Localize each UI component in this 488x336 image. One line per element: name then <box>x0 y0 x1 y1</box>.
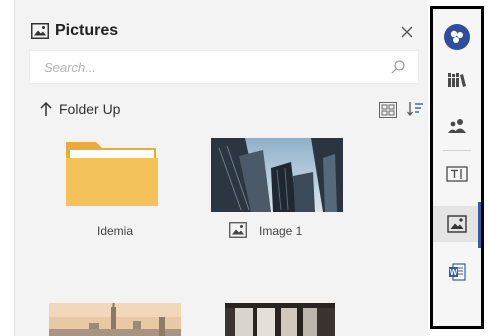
library-button[interactable] <box>433 62 481 98</box>
folder-label: Idemia <box>97 224 134 238</box>
people-button[interactable] <box>433 108 481 144</box>
folder-icon <box>64 138 160 208</box>
app-logo-button[interactable] <box>433 19 481 55</box>
rail-divider <box>443 150 471 151</box>
search-icon[interactable] <box>390 59 406 80</box>
image-icon <box>229 222 247 243</box>
text-block-button[interactable] <box>433 156 481 192</box>
pictures-pane: Pictures Folder Up <box>14 0 428 336</box>
search-input[interactable] <box>30 51 380 83</box>
pane-title: Pictures <box>55 22 119 39</box>
image-thumbnail <box>211 138 343 212</box>
app-logo-icon <box>444 24 470 50</box>
folder-up-label: Folder Up <box>59 101 121 117</box>
svg-text:W: W <box>450 268 458 277</box>
pane-header: Pictures <box>29 20 419 44</box>
picture-icon <box>31 23 49 44</box>
search-box <box>29 50 419 84</box>
image-thumbnail <box>49 303 181 336</box>
active-tab-indicator <box>478 202 481 248</box>
pictures-button[interactable] <box>433 206 481 242</box>
thumbnail-view-icon[interactable] <box>379 102 397 123</box>
arrow-up-icon <box>39 101 53 122</box>
word-document-icon: W <box>449 263 466 281</box>
image-thumbnail <box>225 303 335 336</box>
side-toolbar: W <box>430 6 484 329</box>
folder-item[interactable]: Idemia <box>61 138 161 244</box>
image-item[interactable] <box>225 303 335 336</box>
image-item[interactable] <box>49 303 181 336</box>
close-icon <box>401 26 413 38</box>
word-document-button[interactable]: W <box>433 254 481 290</box>
sort-icon[interactable] <box>406 100 424 123</box>
text-box-icon <box>446 166 468 182</box>
people-icon <box>448 119 466 133</box>
image-label: Image 1 <box>259 224 303 238</box>
close-button[interactable] <box>395 20 419 44</box>
books-icon <box>448 73 466 87</box>
picture-icon <box>447 215 467 233</box>
image-item[interactable]: Image 1 <box>211 138 345 244</box>
